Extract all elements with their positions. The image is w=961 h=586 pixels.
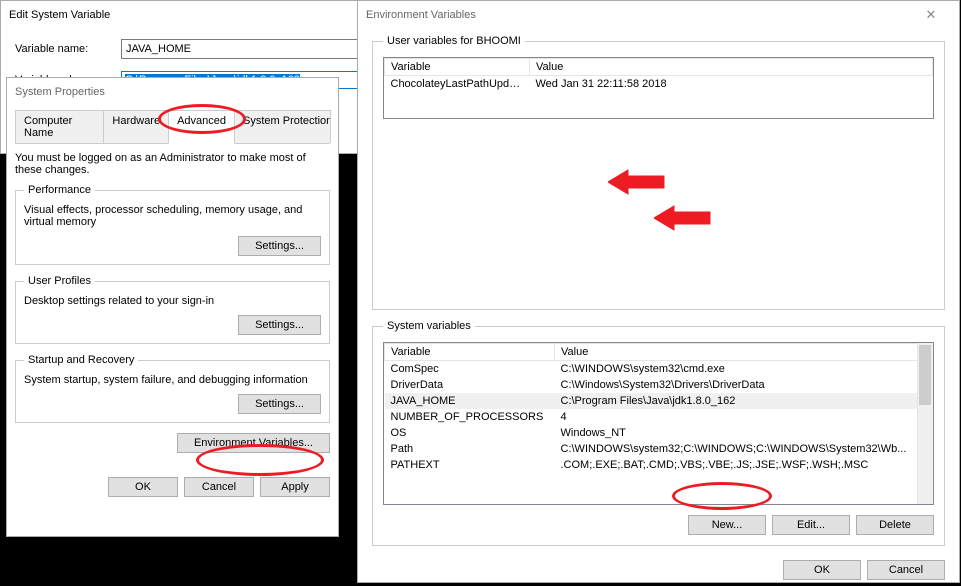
user-profiles-desc: Desktop settings related to your sign-in: [24, 295, 321, 307]
table-row[interactable]: NUMBER_OF_PROCESSORS4: [385, 409, 933, 425]
sys-delete-button[interactable]: Delete: [856, 515, 934, 535]
cell-variable: Path: [385, 441, 555, 457]
tab-advanced[interactable]: Advanced: [168, 110, 235, 144]
cell-value: Wed Jan 31 22:11:58 2018: [530, 76, 933, 93]
table-row[interactable]: JAVA_HOMEC:\Program Files\Java\jdk1.8.0_…: [385, 393, 933, 409]
user-profiles-settings-button[interactable]: Settings...: [238, 315, 321, 335]
table-row[interactable]: PathC:\WINDOWS\system32;C:\WINDOWS;C:\WI…: [385, 441, 933, 457]
envvars-ok-button[interactable]: OK: [783, 560, 861, 580]
performance-fieldset: Performance Visual effects, processor sc…: [15, 184, 330, 265]
performance-desc: Visual effects, processor scheduling, me…: [24, 204, 321, 228]
cell-value: .COM;.EXE;.BAT;.CMD;.VBS;.VBE;.JS;.JSE;.…: [555, 457, 933, 473]
system-variables-fieldset: System variables Variable Value ComSpecC…: [372, 320, 945, 546]
user-variables-table[interactable]: Variable Value ChocolateyLastPathUpdateW…: [383, 57, 934, 119]
table-row[interactable]: DriverDataC:\Windows\System32\Drivers\Dr…: [385, 377, 933, 393]
tab-system-protection[interactable]: System Protection: [234, 110, 331, 143]
sysprops-title: System Properties: [15, 86, 330, 98]
close-icon[interactable]: ✕: [911, 1, 951, 29]
admin-info-text: You must be logged on as an Administrato…: [15, 152, 330, 176]
cell-variable: ChocolateyLastPathUpdate: [385, 76, 530, 93]
sys-th-value[interactable]: Value: [555, 344, 933, 361]
cell-value: C:\WINDOWS\system32;C:\WINDOWS;C:\WINDOW…: [555, 441, 933, 457]
envvars-cancel-button[interactable]: Cancel: [867, 560, 945, 580]
table-row[interactable]: OSWindows_NT: [385, 425, 933, 441]
performance-settings-button[interactable]: Settings...: [238, 236, 321, 256]
tab-computer-name[interactable]: Computer Name: [15, 110, 104, 143]
scroll-thumb[interactable]: [919, 345, 931, 405]
cell-value: C:\Windows\System32\Drivers\DriverData: [555, 377, 933, 393]
system-properties-window: System Properties Computer Name Hardware…: [6, 77, 339, 537]
startup-desc: System startup, system failure, and debu…: [24, 374, 321, 386]
sys-edit-button[interactable]: Edit...: [772, 515, 850, 535]
user-variables-fieldset: User variables for BHOOMI Variable Value…: [372, 35, 945, 310]
sys-new-button[interactable]: New...: [688, 515, 766, 535]
table-row[interactable]: ComSpecC:\WINDOWS\system32\cmd.exe: [385, 361, 933, 378]
performance-legend: Performance: [24, 184, 95, 196]
user-profiles-fieldset: User Profiles Desktop settings related t…: [15, 275, 330, 344]
cell-variable: ComSpec: [385, 361, 555, 378]
cell-variable: JAVA_HOME: [385, 393, 555, 409]
user-th-value[interactable]: Value: [530, 59, 933, 76]
table-row[interactable]: PATHEXT.COM;.EXE;.BAT;.CMD;.VBS;.VBE;.JS…: [385, 457, 933, 473]
cell-variable: PATHEXT: [385, 457, 555, 473]
cell-variable: OS: [385, 425, 555, 441]
environment-variables-window: Environment Variables ✕ User variables f…: [357, 0, 960, 583]
cell-value: Windows_NT: [555, 425, 933, 441]
startup-settings-button[interactable]: Settings...: [238, 394, 321, 414]
user-th-variable[interactable]: Variable: [385, 59, 530, 76]
sys-scrollbar[interactable]: [917, 343, 933, 504]
system-variables-legend: System variables: [383, 320, 475, 332]
sys-th-variable[interactable]: Variable: [385, 344, 555, 361]
user-variables-legend: User variables for BHOOMI: [383, 35, 525, 47]
cell-value: C:\Program Files\Java\jdk1.8.0_162: [555, 393, 933, 409]
cell-value: 4: [555, 409, 933, 425]
cell-variable: DriverData: [385, 377, 555, 393]
startup-fieldset: Startup and Recovery System startup, sys…: [15, 354, 330, 423]
variable-name-label: Variable name:: [15, 43, 121, 55]
tab-hardware[interactable]: Hardware: [103, 110, 169, 143]
sysprops-titlebar: System Properties: [7, 78, 338, 106]
sysprops-ok-button[interactable]: OK: [108, 477, 178, 497]
envvars-title: Environment Variables: [366, 9, 911, 21]
startup-legend: Startup and Recovery: [24, 354, 138, 366]
sysprops-cancel-button[interactable]: Cancel: [184, 477, 254, 497]
sysprops-apply-button[interactable]: Apply: [260, 477, 330, 497]
environment-variables-button[interactable]: Environment Variables...: [177, 433, 330, 453]
envvars-titlebar: Environment Variables ✕: [358, 1, 959, 29]
system-variables-table[interactable]: Variable Value ComSpecC:\WINDOWS\system3…: [383, 342, 934, 505]
table-row[interactable]: ChocolateyLastPathUpdateWed Jan 31 22:11…: [385, 76, 933, 93]
user-profiles-legend: User Profiles: [24, 275, 95, 287]
cell-variable: NUMBER_OF_PROCESSORS: [385, 409, 555, 425]
cell-value: C:\WINDOWS\system32\cmd.exe: [555, 361, 933, 378]
sysprops-tabs: Computer Name Hardware Advanced System P…: [15, 110, 330, 144]
